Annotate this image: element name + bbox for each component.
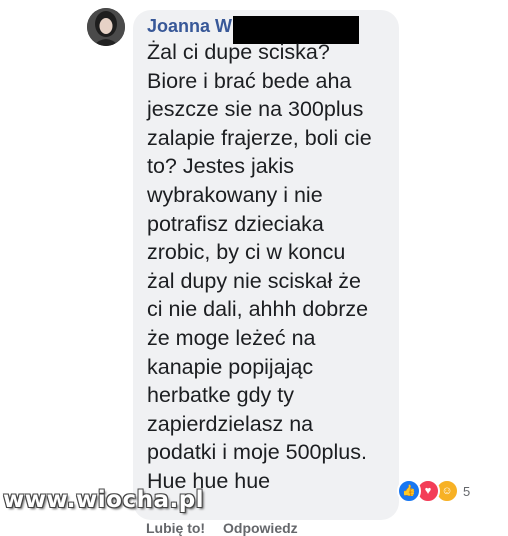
avatar[interactable]: [87, 8, 125, 46]
reaction-count: 5: [463, 483, 471, 499]
reply-link[interactable]: Odpowiedz: [223, 520, 298, 536]
like-link[interactable]: Lubię to!: [146, 520, 205, 536]
comment-text: Żal ci dupe sciska? Biore i brać bede ah…: [147, 40, 372, 493]
comment-author[interactable]: Joanna W: [147, 16, 232, 37]
reactions-summary[interactable]: 👍 ♥ ☺ 5: [397, 479, 470, 503]
watermark: www.wiocha.pl: [3, 487, 205, 513]
avatar-photo: [87, 8, 125, 46]
like-icon: 👍: [397, 479, 421, 503]
comment-actions: Lubię to! Odpowiedz: [146, 520, 312, 536]
